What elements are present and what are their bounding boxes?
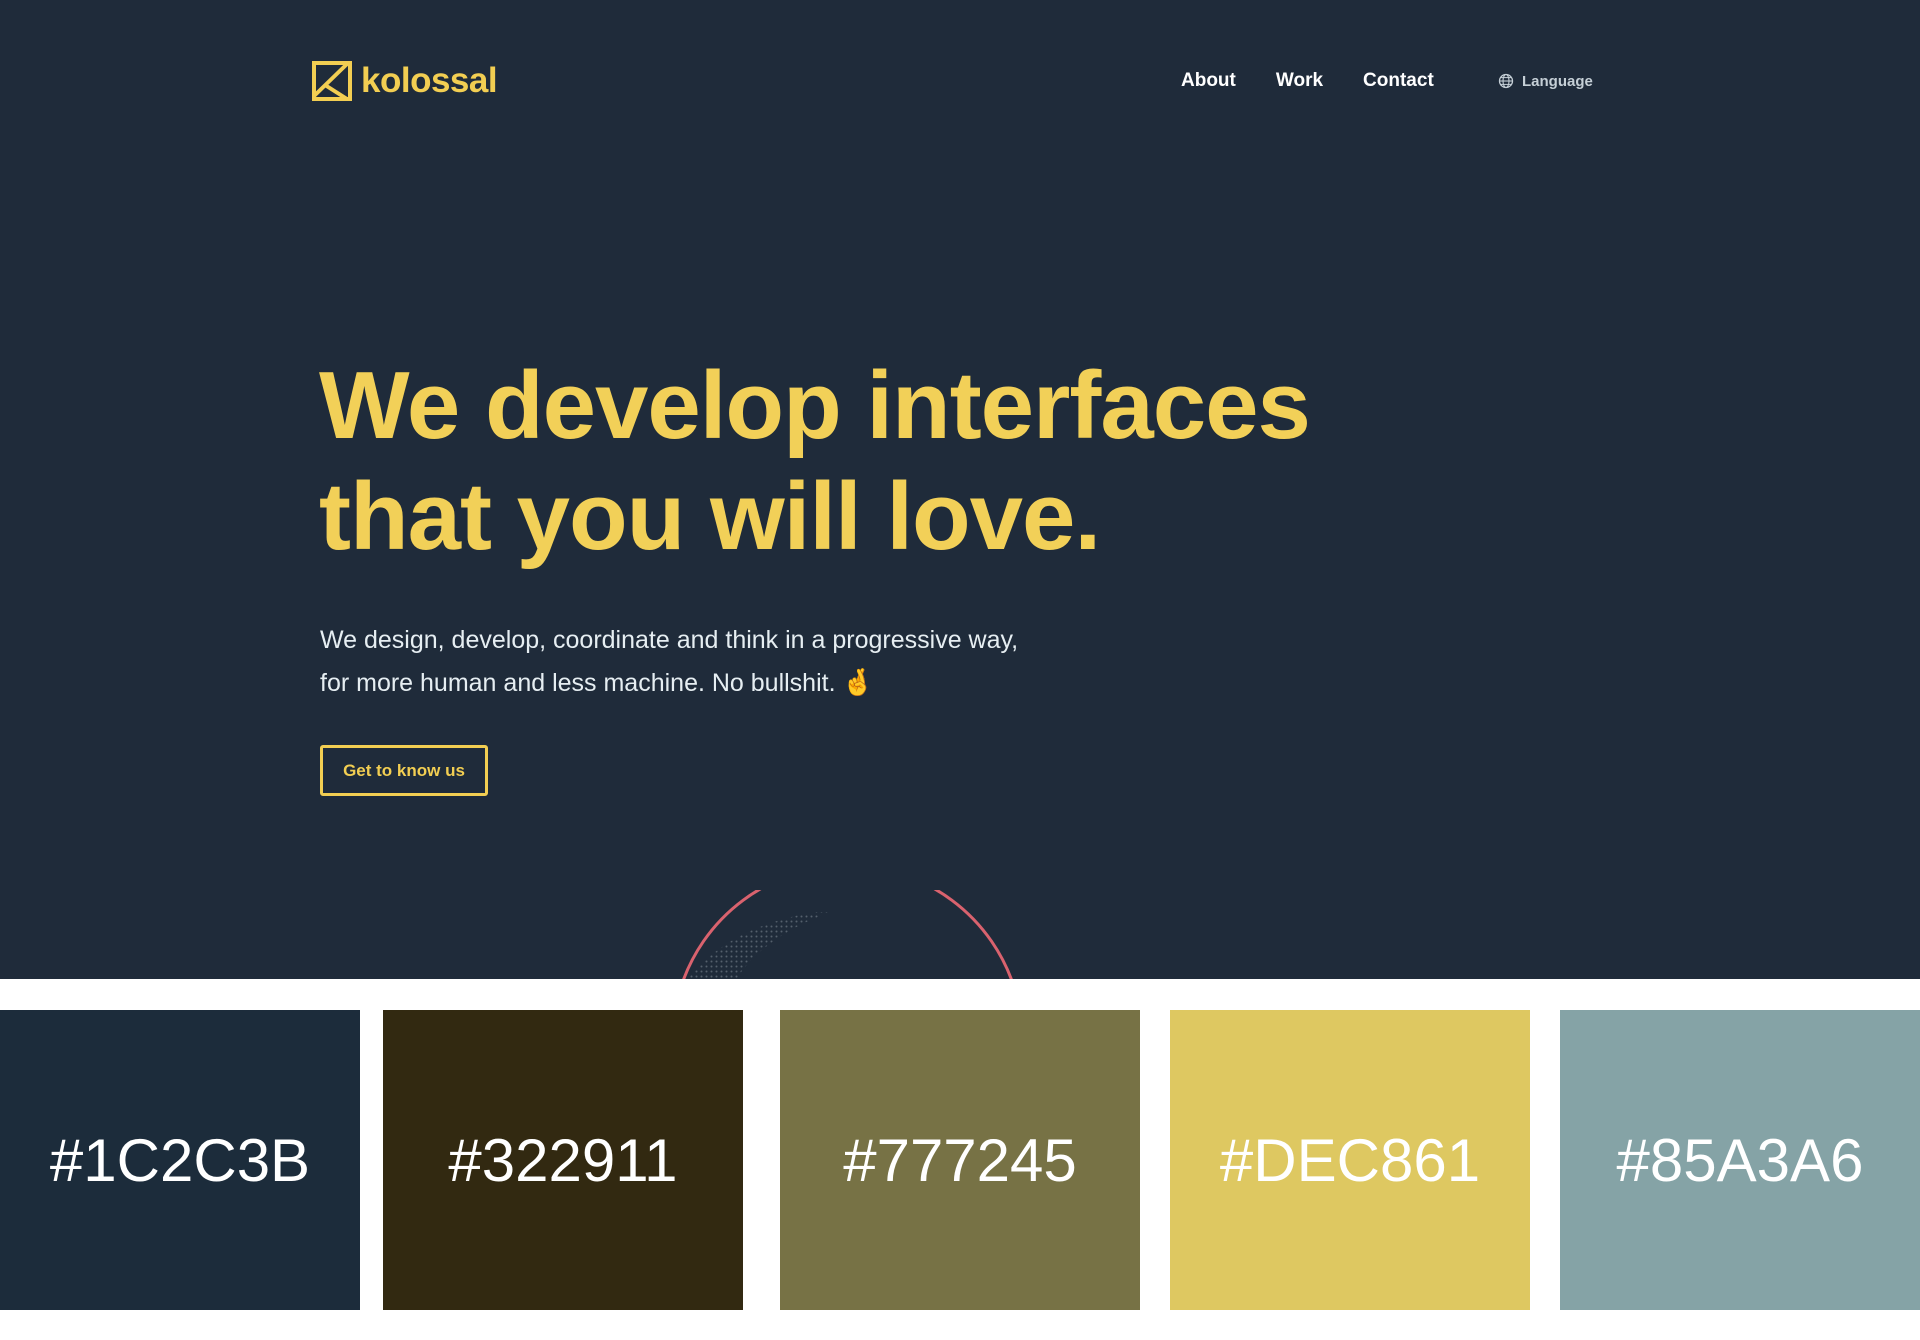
subtext-line-2: for more human and less machine. No bull… xyxy=(320,669,836,697)
swatch-label: #322911 xyxy=(448,1126,678,1194)
language-label: Language xyxy=(1522,72,1593,90)
swatch-85a3a6: #85A3A6 xyxy=(1560,1010,1920,1310)
logo-text: kolossal xyxy=(361,61,498,100)
swatch-322911: #322911 xyxy=(383,1010,743,1310)
decorative-arc xyxy=(682,890,1013,979)
globe-icon xyxy=(1498,73,1514,89)
swatch-label: #1C2C3B xyxy=(49,1126,311,1194)
hero-subtext: We design, develop, coordinate and think… xyxy=(320,619,1220,704)
swatch-777245: #777245 xyxy=(780,1010,1140,1310)
hero-headline: We develop interfaces that you will love… xyxy=(319,350,1419,572)
subtext-line-1: We design, develop, coordinate and think… xyxy=(320,626,1019,654)
hero-section: kolossal About Work Contact Language We … xyxy=(0,0,1920,979)
swatch-1c2c3b: #1C2C3B xyxy=(0,1010,360,1310)
get-to-know-us-button[interactable]: Get to know us xyxy=(320,745,488,796)
language-selector[interactable]: Language xyxy=(1498,58,1593,104)
swatch-label: #777245 xyxy=(843,1126,1077,1194)
subtext-line-2-wrap: for more human and less machine. No bull… xyxy=(320,661,1220,704)
dotted-texture xyxy=(687,912,830,979)
headline-line-2: that you will love. xyxy=(319,463,1101,570)
color-palette: #1C2C3B #322911 #777245 #DEC861 #85A3A6 xyxy=(0,1010,1920,1310)
kolossal-logo-icon xyxy=(312,61,352,101)
swatch-label: #85A3A6 xyxy=(1616,1126,1864,1194)
swatch-label: #DEC861 xyxy=(1219,1126,1481,1194)
nav-link-work[interactable]: Work xyxy=(1276,70,1323,92)
nav-link-contact[interactable]: Contact xyxy=(1363,70,1434,92)
nav-link-about[interactable]: About xyxy=(1181,70,1236,92)
nav-links: About Work Contact xyxy=(1181,58,1474,104)
headline-line-1: We develop interfaces xyxy=(319,352,1311,459)
logo[interactable]: kolossal xyxy=(311,58,498,104)
crossed-fingers-icon: 🤞 xyxy=(841,667,874,697)
swatch-dec861: #DEC861 xyxy=(1170,1010,1530,1310)
top-navigation: kolossal About Work Contact Language xyxy=(311,58,1593,104)
